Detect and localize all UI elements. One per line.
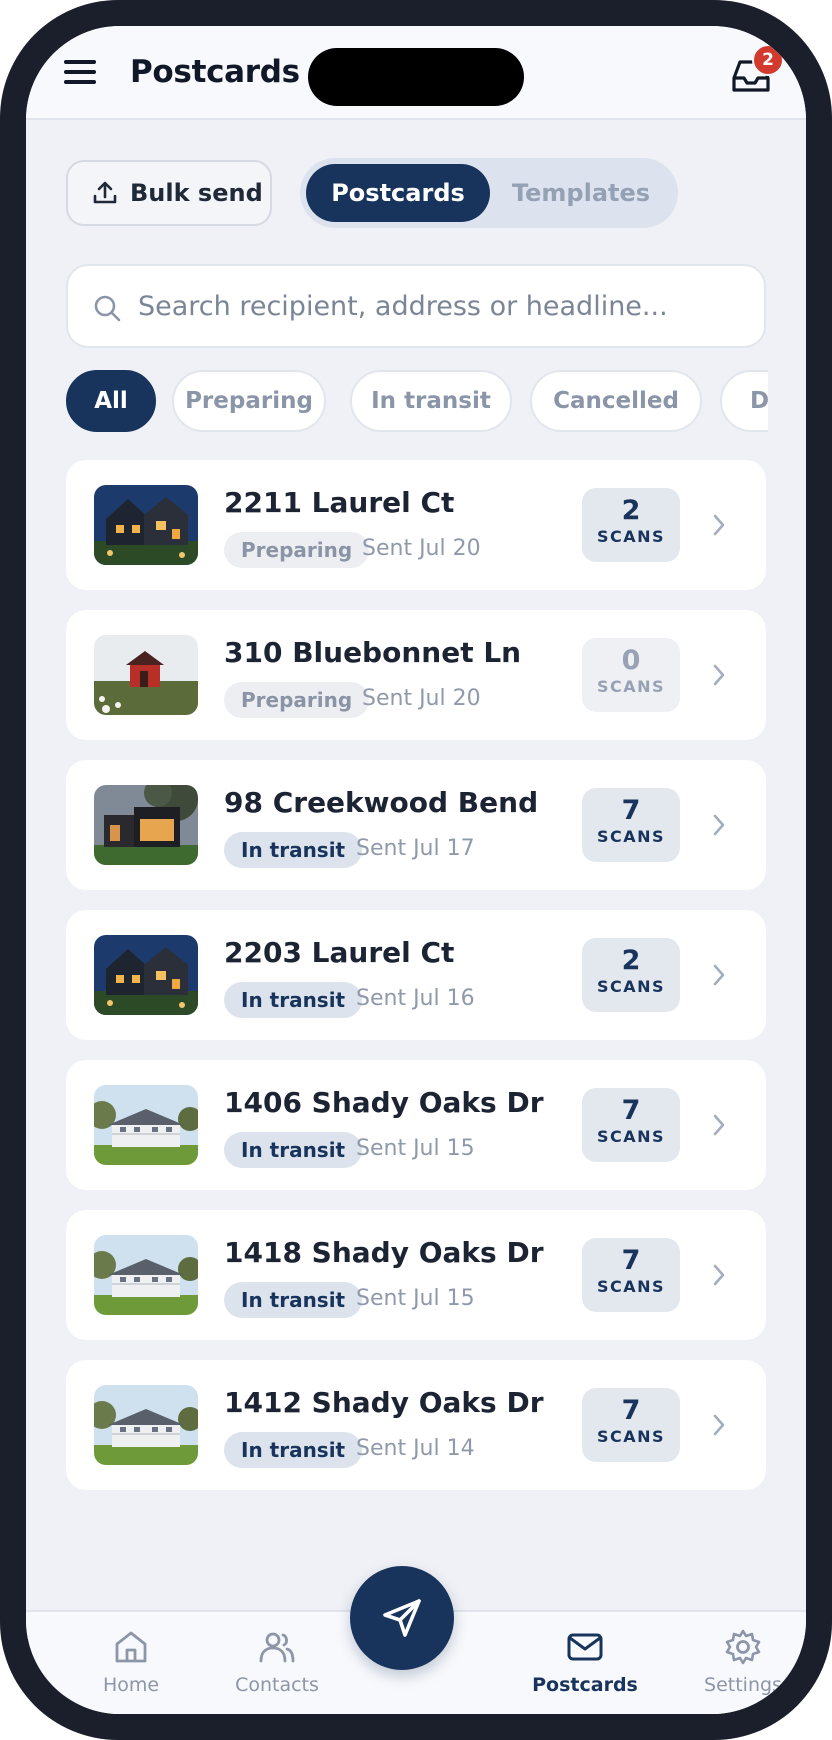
scan-count-label: SCANS: [596, 977, 666, 996]
postcard-row[interactable]: 1406 Shady Oaks Dr In transit Sent Jul 1…: [66, 1060, 766, 1190]
nav-settings[interactable]: Settings: [678, 1612, 806, 1714]
sent-date: Sent Jul 16: [356, 986, 475, 1011]
status-filter-bar: All Preparing In transit Cancelled Deliv…: [66, 370, 768, 436]
scan-count: 2 SCANS: [582, 488, 680, 562]
house-thumbnail: [94, 635, 198, 715]
sent-date: Sent Jul 15: [356, 1136, 475, 1161]
recipient-address: 1406 Shady Oaks Dr: [224, 1086, 544, 1119]
scan-count: 7 SCANS: [582, 788, 680, 862]
sent-date: Sent Jul 20: [362, 536, 481, 561]
recipient-address: 1418 Shady Oaks Dr: [224, 1236, 544, 1269]
sent-date: Sent Jul 14: [356, 1436, 475, 1461]
status-badge: In transit: [224, 1432, 363, 1468]
search-input[interactable]: [138, 266, 748, 346]
page-title: Postcards: [130, 54, 300, 90]
house-thumbnail: [94, 785, 198, 865]
scan-count-value: 2: [621, 495, 641, 526]
new-postcard-button[interactable]: [350, 1566, 454, 1670]
filter-chip-delivered[interactable]: Delivered: [720, 370, 768, 432]
scan-count-label: SCANS: [596, 1127, 666, 1146]
status-badge: Preparing: [224, 682, 370, 718]
chevron-right-icon: [713, 1414, 725, 1436]
recipient-address: 2211 Laurel Ct: [224, 486, 455, 519]
nav-postcards-label: Postcards: [532, 1674, 638, 1696]
notification-badge: 2: [752, 44, 784, 76]
bulk-send-button[interactable]: Bulk send: [66, 160, 272, 226]
nav-contacts-label: Contacts: [235, 1674, 319, 1696]
filter-chip-all[interactable]: All: [66, 370, 156, 432]
scan-count-value: 7: [621, 1245, 641, 1276]
postcard-row[interactable]: 1418 Shady Oaks Dr In transit Sent Jul 1…: [66, 1210, 766, 1340]
chevron-right-icon: [713, 964, 725, 986]
scan-count-label: SCANS: [596, 1277, 666, 1296]
scan-count: 0 SCANS: [582, 638, 680, 712]
house-thumbnail: [94, 935, 198, 1015]
search-icon: [94, 295, 121, 322]
upload-icon: [93, 181, 117, 204]
chevron-right-icon: [713, 814, 725, 836]
camera-notch: [308, 48, 524, 106]
scan-count-label: SCANS: [596, 677, 666, 696]
status-badge: In transit: [224, 832, 363, 868]
nav-contacts[interactable]: Contacts: [212, 1612, 342, 1714]
app-screen: Postcards 2 Bulk send Postcards Template…: [26, 26, 806, 1714]
recipient-address: 1412 Shady Oaks Dr: [224, 1386, 544, 1419]
chevron-right-icon: [713, 1114, 725, 1136]
sent-date: Sent Jul 17: [356, 836, 475, 861]
recipient-address: 310 Bluebonnet Ln: [224, 636, 522, 669]
house-thumbnail: [94, 1385, 198, 1465]
house-thumbnail: [94, 1235, 198, 1315]
status-badge: Preparing: [224, 532, 370, 568]
scan-count-value: 7: [621, 795, 641, 826]
scan-count-value: 7: [621, 1095, 641, 1126]
app-header: Postcards 2: [26, 26, 806, 120]
recipient-address: 98 Creekwood Bend: [224, 786, 539, 819]
postcard-row[interactable]: 2203 Laurel Ct In transit Sent Jul 16 2 …: [66, 910, 766, 1040]
scan-count-value: 7: [621, 1395, 641, 1426]
tab-templates[interactable]: Templates: [490, 164, 672, 222]
scan-count: 7 SCANS: [582, 1238, 680, 1312]
status-badge: In transit: [224, 982, 363, 1018]
scan-count-value: 2: [621, 945, 641, 976]
chevron-right-icon: [713, 1264, 725, 1286]
scan-count-label: SCANS: [596, 1427, 666, 1446]
mail-icon: [567, 1633, 603, 1661]
scan-count: 2 SCANS: [582, 938, 680, 1012]
status-badge: In transit: [224, 1132, 363, 1168]
chevron-right-icon: [713, 514, 725, 536]
filter-chip-cancelled[interactable]: Cancelled: [530, 370, 702, 432]
house-thumbnail: [94, 485, 198, 565]
tab-postcards[interactable]: Postcards: [306, 164, 490, 222]
scan-count-value: 0: [621, 645, 641, 676]
chevron-right-icon: [713, 664, 725, 686]
filter-chip-in-transit[interactable]: In transit: [350, 370, 512, 432]
send-icon: [383, 1599, 421, 1637]
recipient-address: 2203 Laurel Ct: [224, 936, 455, 969]
view-switcher: Postcards Templates: [300, 158, 678, 228]
scan-count: 7 SCANS: [582, 1388, 680, 1462]
contacts-icon: [259, 1632, 295, 1663]
postcard-row[interactable]: 98 Creekwood Bend In transit Sent Jul 17…: [66, 760, 766, 890]
status-badge: In transit: [224, 1282, 363, 1318]
house-thumbnail: [94, 1085, 198, 1165]
bulk-send-label: Bulk send: [130, 179, 263, 207]
postcard-row[interactable]: 310 Bluebonnet Ln Preparing Sent Jul 20 …: [66, 610, 766, 740]
nav-postcards[interactable]: Postcards: [520, 1612, 650, 1714]
sent-date: Sent Jul 20: [362, 686, 481, 711]
scan-count-label: SCANS: [596, 527, 666, 546]
nav-home[interactable]: Home: [66, 1612, 196, 1714]
nav-settings-label: Settings: [704, 1674, 782, 1696]
menu-icon[interactable]: [64, 58, 98, 86]
nav-home-label: Home: [102, 1674, 160, 1696]
scan-count-label: SCANS: [596, 827, 666, 846]
sent-date: Sent Jul 15: [356, 1286, 475, 1311]
home-icon: [115, 1631, 147, 1663]
gear-icon: [725, 1629, 761, 1665]
postcard-row[interactable]: 1412 Shady Oaks Dr In transit Sent Jul 1…: [66, 1360, 766, 1490]
search-box: [66, 264, 766, 348]
scan-count: 7 SCANS: [582, 1088, 680, 1162]
postcard-row[interactable]: 2211 Laurel Ct Preparing Sent Jul 20 2 S…: [66, 460, 766, 590]
device-frame: Postcards 2 Bulk send Postcards Template…: [0, 0, 832, 1740]
filter-chip-preparing[interactable]: Preparing: [172, 370, 326, 432]
